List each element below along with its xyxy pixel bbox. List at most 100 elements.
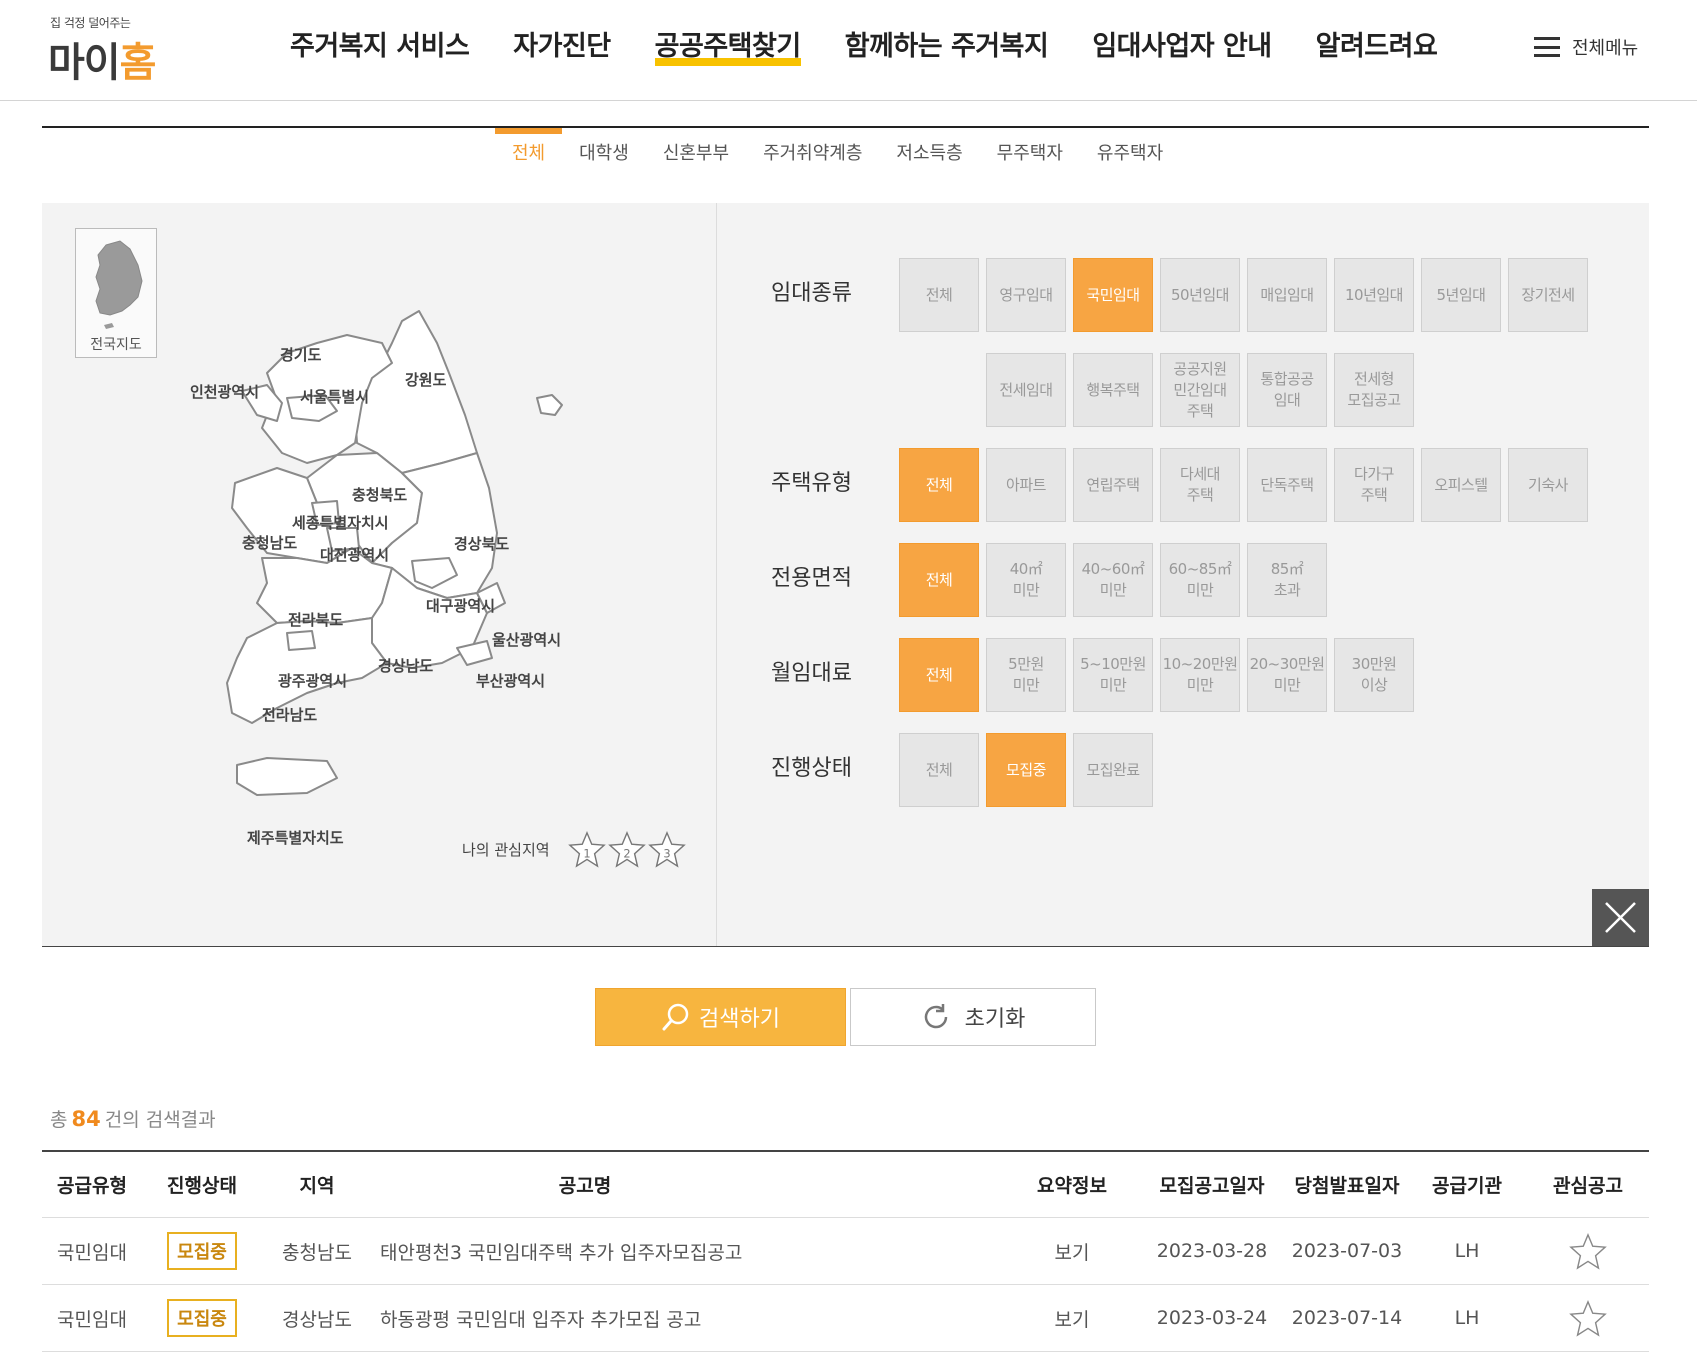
rent-type-option[interactable]: 50년임대	[1160, 258, 1240, 332]
monthly-rent-option[interactable]: 전체	[899, 638, 979, 712]
nav-item-public-housing-search[interactable]: 공공주택찾기	[654, 22, 801, 72]
region-label-jeonbuk[interactable]: 전라북도	[288, 609, 343, 630]
region-label-jeonnam[interactable]: 전라남도	[262, 704, 317, 725]
region-jeju	[236, 757, 338, 796]
region-label-ulsan[interactable]: 울산광역시	[492, 629, 561, 650]
house-type-option[interactable]: 기숙사	[1508, 448, 1588, 522]
status-option[interactable]: 모집중	[986, 733, 1066, 807]
rent-type-option[interactable]: 행복주택	[1073, 353, 1153, 427]
house-type-option[interactable]: 아파트	[986, 448, 1066, 522]
region-label-daegu[interactable]: 대구광역시	[426, 595, 495, 616]
region-label-gyeongbuk[interactable]: 경상북도	[454, 533, 509, 554]
rent-type-option[interactable]: 공공지원 민간임대 주택	[1160, 353, 1240, 427]
favorite-star-icon[interactable]	[1569, 1232, 1607, 1270]
area-option[interactable]: 40㎡ 미만	[986, 543, 1066, 617]
rent-type-option[interactable]: 통합공공 임대	[1247, 353, 1327, 427]
tab-all[interactable]: 전체	[495, 128, 563, 188]
status-badge: 모집중	[167, 1232, 237, 1270]
monthly-rent-title: 월임대료	[771, 661, 852, 686]
house-type-option[interactable]: 단독주택	[1247, 448, 1327, 522]
table-row[interactable]: 국민임대 모집중 충청남도 태안평천3 국민임대주택 추가 입주자모집공고 보기…	[42, 1218, 1649, 1285]
close-filter-button[interactable]	[1592, 889, 1649, 946]
area-option[interactable]: 40~60㎡ 미만	[1073, 543, 1153, 617]
region-label-gwangju[interactable]: 광주광역시	[278, 670, 347, 691]
house-type-option[interactable]: 다세대 주택	[1160, 448, 1240, 522]
region-label-chungnam[interactable]: 충청남도	[242, 532, 297, 553]
site-logo[interactable]: 집 걱정 덜어주는 마이홈	[48, 12, 198, 86]
col-header-title: 공고명	[558, 1175, 612, 1197]
cell-title-link[interactable]: 하동광평 국민임대 입주자 추가모집 공고	[380, 1285, 980, 1351]
cell-title-link[interactable]: 태안평천3 국민임대주택 추가 입주자모집공고	[380, 1218, 980, 1284]
nav-item-notices[interactable]: 알려드려요	[1316, 22, 1438, 72]
search-button[interactable]: 검색하기	[595, 988, 846, 1046]
region-label-gyeongnam[interactable]: 경상남도	[378, 655, 433, 676]
cell-notice-date: 2023-03-24	[1156, 1307, 1268, 1329]
rent-type-option[interactable]: 영구임대	[986, 258, 1066, 332]
favorite-star-icon[interactable]	[1569, 1299, 1607, 1337]
house-type-title: 주택유형	[771, 471, 852, 496]
monthly-rent-option[interactable]: 5~10만원 미만	[1073, 638, 1153, 712]
all-menu-button[interactable]: 전체메뉴	[1534, 34, 1638, 60]
house-type-option[interactable]: 전체	[899, 448, 979, 522]
cell-status: 모집중	[152, 1218, 252, 1284]
status-badge: 모집중	[167, 1299, 237, 1337]
region-label-daejeon[interactable]: 대전광역시	[320, 544, 389, 565]
rent-type-option[interactable]: 전세형 모집공고	[1334, 353, 1414, 427]
rent-type-option[interactable]: 10년임대	[1334, 258, 1414, 332]
region-label-sejong[interactable]: 세종특별자치시	[292, 512, 389, 533]
monthly-rent-option[interactable]: 10~20만원 미만	[1160, 638, 1240, 712]
table-row[interactable]: 국민임대 모집중 경상남도 하동광평 국민임대 입주자 추가모집 공고 보기 2…	[42, 1285, 1649, 1352]
nav-item-landlord-guide[interactable]: 임대사업자 안내	[1092, 22, 1272, 72]
region-label-incheon[interactable]: 인천광역시	[190, 381, 259, 402]
cell-region: 충청남도	[282, 1241, 352, 1264]
status-option[interactable]: 전체	[899, 733, 979, 807]
nav-item-self-diagnosis[interactable]: 자가진단	[513, 22, 611, 72]
cell-summary-link[interactable]: 보기	[1002, 1285, 1142, 1351]
region-label-gangwon[interactable]: 강원도	[405, 369, 446, 390]
hamburger-icon	[1534, 37, 1560, 57]
house-type-option[interactable]: 오피스텔	[1421, 448, 1501, 522]
cell-supply-type: 국민임대	[57, 1308, 127, 1331]
monthly-rent-option[interactable]: 30만원 이상	[1334, 638, 1414, 712]
tab-newlyweds[interactable]: 신혼부부	[646, 128, 746, 188]
logo-tagline: 집 걱정 덜어주는	[50, 16, 131, 30]
tab-low-income[interactable]: 저소득층	[879, 128, 979, 188]
area-option[interactable]: 60~85㎡ 미만	[1160, 543, 1240, 617]
region-label-gyeonggi[interactable]: 경기도	[280, 344, 321, 365]
monthly-rent-option[interactable]: 5만원 미만	[986, 638, 1066, 712]
reset-button[interactable]: 초기화	[850, 988, 1096, 1046]
col-header-agency: 공급기관	[1432, 1175, 1502, 1197]
status-option[interactable]: 모집완료	[1073, 733, 1153, 807]
nationwide-map-label: 전국지도	[90, 337, 142, 353]
rent-type-option[interactable]: 국민임대	[1073, 258, 1153, 332]
area-option[interactable]: 85㎡ 초과	[1247, 543, 1327, 617]
house-type-option[interactable]: 연립주택	[1073, 448, 1153, 522]
tab-housing-vulnerable[interactable]: 주거취약계층	[746, 128, 879, 188]
region-label-seoul[interactable]: 서울특별시	[300, 386, 369, 407]
rent-type-option[interactable]: 장기전세	[1508, 258, 1588, 332]
region-label-chungbuk[interactable]: 충청북도	[352, 484, 407, 505]
tab-university-student[interactable]: 대학생	[562, 128, 646, 188]
cell-status: 모집중	[152, 1285, 252, 1351]
rent-type-option[interactable]: 전체	[899, 258, 979, 332]
cell-agency: LH	[1454, 1307, 1480, 1329]
cell-summary-link[interactable]: 보기	[1002, 1218, 1142, 1284]
area-option[interactable]: 전체	[899, 543, 979, 617]
region-label-busan[interactable]: 부산광역시	[476, 670, 545, 691]
favorite-region-star-icon-3[interactable]: 3	[648, 830, 686, 868]
rent-type-option[interactable]: 전세임대	[986, 353, 1066, 427]
rent-type-option[interactable]: 매입임대	[1247, 258, 1327, 332]
rent-type-option[interactable]: 5년임대	[1421, 258, 1501, 332]
region-map-pane: 전국지도 경기도 강원도 인천광역시 서울특별시 충청북도 세종특별자치시 충청…	[42, 203, 717, 946]
tab-homeowner[interactable]: 유주택자	[1080, 128, 1180, 188]
favorite-region-star-icon-1[interactable]: 1	[568, 830, 606, 868]
house-type-option[interactable]: 다가구 주택	[1334, 448, 1414, 522]
col-header-region: 지역	[299, 1175, 335, 1197]
nationwide-map-button[interactable]: 전국지도	[75, 228, 157, 358]
nav-item-housing-welfare-service[interactable]: 주거복지 서비스	[290, 22, 470, 72]
favorite-region-star-icon-2[interactable]: 2	[608, 830, 646, 868]
region-label-jeju[interactable]: 제주특별자치도	[247, 827, 344, 848]
monthly-rent-option[interactable]: 20~30만원 미만	[1247, 638, 1327, 712]
tab-homeless[interactable]: 무주택자	[980, 128, 1080, 188]
nav-item-housing-welfare-together[interactable]: 함께하는 주거복지	[845, 22, 1049, 72]
